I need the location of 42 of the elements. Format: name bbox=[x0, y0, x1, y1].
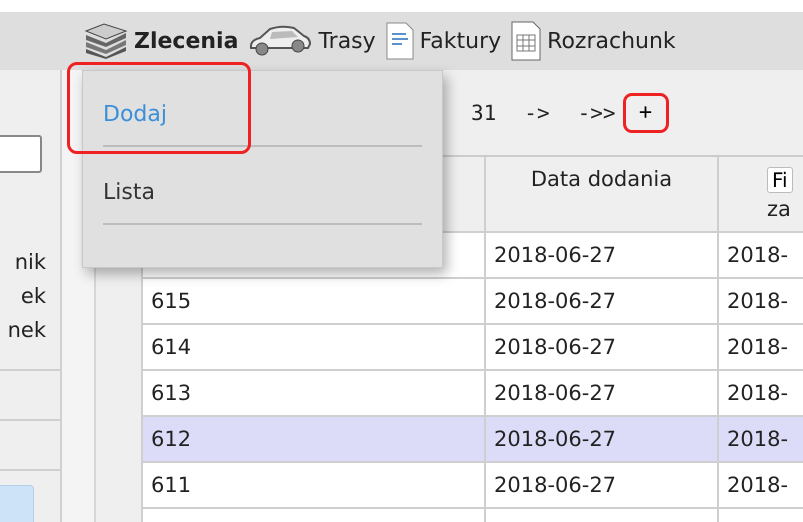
column-title: za bbox=[767, 197, 791, 221]
table-cell: 614 bbox=[151, 335, 192, 359]
document-icon bbox=[386, 22, 414, 60]
table-cell: 2018- bbox=[727, 243, 788, 267]
table-cell: 2018- bbox=[727, 289, 788, 313]
books-icon bbox=[84, 23, 128, 59]
table-cell: 2018-06-27 bbox=[494, 243, 616, 267]
sidebar-label[interactable]: ek bbox=[20, 279, 46, 313]
table-cell: 2018- bbox=[727, 473, 788, 497]
table-row[interactable]: 612 2018-06-27 2018- bbox=[141, 417, 803, 463]
table-cell: 615 bbox=[151, 289, 192, 313]
table-cell: 611 bbox=[151, 473, 192, 497]
table-cell: 2018- bbox=[727, 335, 788, 359]
nav-item[interactable]: Zlecenia bbox=[84, 23, 238, 59]
add-button[interactable]: + bbox=[626, 96, 666, 130]
table-row[interactable]: 611 2018-06-27 2018- bbox=[141, 463, 803, 509]
filter-button[interactable]: Fi bbox=[767, 167, 793, 193]
menu-item[interactable]: Lista bbox=[103, 161, 422, 223]
pagination-link[interactable]: 31 bbox=[471, 100, 496, 124]
table-cell: 2018- bbox=[727, 381, 788, 405]
table-cell: 2018-06-27 bbox=[494, 335, 616, 359]
table-cell: 613 bbox=[151, 381, 192, 405]
table-cell: 2018-06-27 bbox=[494, 381, 616, 405]
pagination-link[interactable]: ->> bbox=[578, 100, 616, 124]
column-title: Data dodania bbox=[530, 167, 672, 191]
table-row[interactable]: 614 2018-06-27 2018- bbox=[141, 325, 803, 371]
car-icon bbox=[248, 24, 312, 58]
nav-item[interactable]: Rozrachunk bbox=[511, 21, 676, 61]
input-field[interactable] bbox=[0, 135, 42, 173]
sidebar-label[interactable]: nek bbox=[8, 313, 46, 347]
table-row[interactable]: 615 2018-06-27 2018- bbox=[141, 279, 803, 325]
pagination-link[interactable]: -> bbox=[524, 100, 550, 124]
table-row[interactable]: 613 2018-06-27 2018- bbox=[141, 371, 803, 417]
nav-item[interactable]: Faktury bbox=[386, 22, 502, 60]
table-cell: 2018-06-27 bbox=[494, 289, 616, 313]
spreadsheet-icon bbox=[511, 21, 542, 61]
table-cell: 2018-06-27 bbox=[494, 473, 616, 497]
nav-item[interactable]: Trasy bbox=[248, 24, 376, 58]
table-cell: 2018-06-27 bbox=[494, 427, 616, 451]
table-cell: 612 bbox=[151, 427, 192, 451]
sidebar-label[interactable]: nik bbox=[14, 245, 46, 279]
table-cell: 2018- bbox=[727, 427, 788, 451]
